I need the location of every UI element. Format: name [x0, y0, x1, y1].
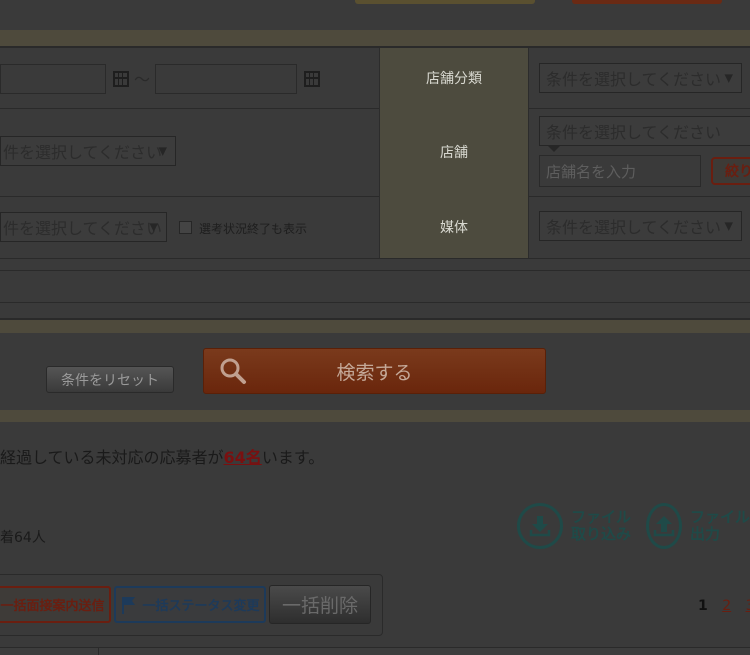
date-from-input[interactable]	[0, 64, 106, 94]
store-label: 店舗	[379, 108, 529, 196]
store-select[interactable]: 条件を選択してください	[539, 116, 750, 146]
date-to-input[interactable]	[155, 64, 297, 94]
row-divider	[0, 270, 750, 271]
row-divider	[0, 258, 750, 259]
store-filter-button-label: 絞り	[725, 164, 750, 180]
download-icon	[517, 503, 563, 549]
calendar-icon[interactable]	[113, 71, 129, 87]
row-divider	[528, 108, 750, 109]
bulk-status-change-label: 一括ステータス変更	[142, 599, 260, 614]
search-area-bottom-band	[0, 410, 750, 422]
store-name-input[interactable]: 店舗名を入力	[539, 155, 701, 187]
store-filter-button[interactable]: 絞り	[711, 157, 750, 185]
pagination: 1 2 3	[698, 598, 750, 614]
search-icon	[220, 358, 246, 384]
file-export-label-1: ファイル	[689, 508, 750, 526]
page-link[interactable]: 2	[722, 598, 731, 614]
page-link[interactable]: 3	[746, 598, 750, 614]
chevron-down-icon: ▼	[724, 71, 733, 85]
reset-conditions-button[interactable]: 条件をリセット	[46, 366, 174, 393]
bulk-interview-mail-label: 一括面接案内送信	[0, 599, 105, 614]
condition-select-3[interactable]: 件を選択してください ▼	[0, 212, 167, 242]
store-category-value: 条件を選択してください	[546, 70, 722, 89]
chevron-down-icon: ▼	[149, 220, 158, 234]
page-current: 1	[698, 598, 708, 614]
bulk-delete-button[interactable]: 一括削除	[269, 585, 371, 624]
top-button-left[interactable]	[355, 0, 535, 4]
form-bottom-band	[0, 320, 750, 333]
store-select-value: 条件を選択してください	[546, 123, 722, 142]
file-export-label-2: 出力	[689, 525, 720, 543]
notice-prefix: 経過している未対応の応募者が	[0, 448, 224, 467]
row-divider	[0, 108, 380, 109]
condition-select-2[interactable]: 件を選択してください ▼	[0, 136, 176, 166]
bulk-interview-mail-button[interactable]: 一括面接案内送信	[0, 586, 111, 623]
file-import-label-2: 取り込み	[571, 525, 632, 543]
calendar-icon[interactable]	[304, 71, 320, 87]
store-category-select[interactable]: 条件を選択してください ▼	[539, 63, 742, 93]
form-top-band	[0, 30, 750, 46]
chevron-down-icon: ▼	[724, 219, 733, 233]
notice-suffix: います。	[261, 448, 325, 467]
table-header-strip	[0, 648, 750, 655]
condition-select-2-value: 件を選択してください	[3, 143, 163, 162]
table-column-divider	[98, 648, 99, 655]
bulk-delete-label: 一括削除	[281, 595, 358, 617]
upload-icon	[646, 503, 682, 549]
media-select-value: 条件を選択してください	[546, 218, 722, 237]
store-select-pointer	[548, 146, 560, 152]
row-divider	[0, 302, 750, 303]
unhandled-count-link[interactable]: 64名	[224, 448, 262, 467]
search-form-table: 店舗分類 店舗 媒体 〜 条件を選択してください ▼ 件を選択してください ▼ …	[0, 48, 750, 260]
file-import-button[interactable]: ファイル 取り込み	[517, 502, 637, 550]
bulk-status-change-button[interactable]: 一括ステータス変更	[114, 586, 266, 623]
results-summary: 着64人	[0, 530, 46, 546]
file-export-button[interactable]: ファイル 出力	[646, 502, 750, 550]
show-finished-label: 選考状況終了も表示	[199, 222, 308, 236]
unhandled-applicants-notice: 経過している未対応の応募者が64名います。	[0, 444, 324, 468]
search-button-label: 検索する	[336, 361, 413, 384]
search-button[interactable]: 検索する	[203, 348, 546, 394]
condition-select-3-value: 件を選択してください	[3, 219, 163, 238]
flag-icon	[122, 596, 136, 614]
row-divider	[0, 196, 750, 197]
file-import-label-1: ファイル	[571, 508, 632, 526]
media-select[interactable]: 条件を選択してください ▼	[539, 211, 742, 241]
top-button-right[interactable]	[572, 0, 722, 4]
media-label: 媒体	[379, 196, 529, 258]
chevron-down-icon: ▼	[158, 144, 167, 158]
date-range-separator: 〜	[134, 70, 151, 89]
store-category-label: 店舗分類	[379, 48, 529, 108]
show-finished-checkbox[interactable]	[179, 221, 192, 234]
